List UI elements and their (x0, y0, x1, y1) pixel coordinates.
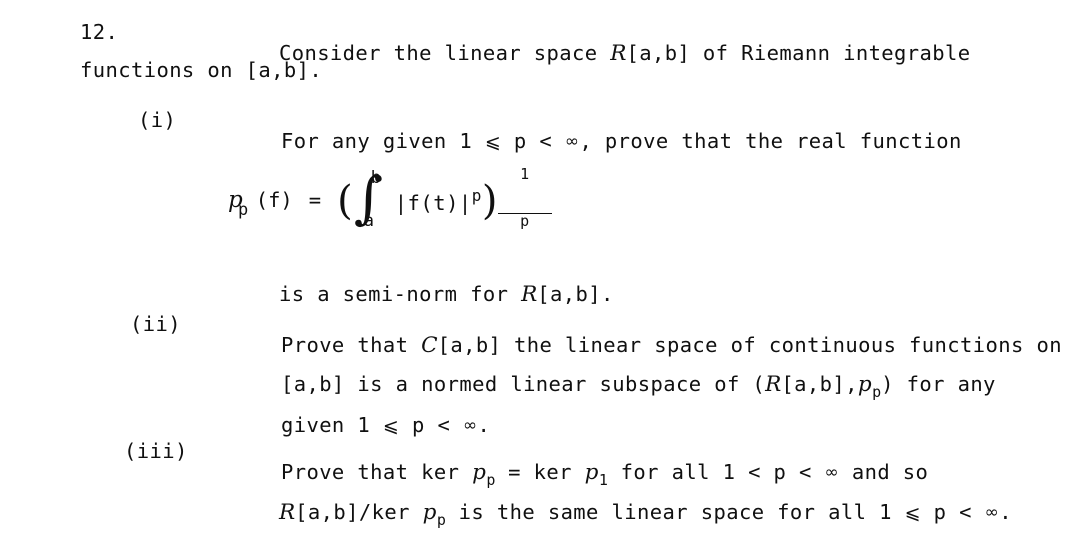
seg: [a,b]/ker (295, 499, 423, 524)
stem-line-2: functions on [a,b]. (80, 58, 323, 82)
seg: p < (399, 412, 463, 437)
integrand-exponent: p (471, 185, 482, 205)
formula-exponent-fraction: 1 p (497, 136, 552, 259)
formula-open-paren: ( (337, 178, 353, 224)
seg: . (999, 499, 1012, 524)
part-iii-line-2: R[a,b]/ker pp is the same linear space f… (228, 481, 1012, 549)
less-equal-symbol: ⩽ (382, 414, 400, 437)
stem-line-1: Consider the linear space R[a,b] of Riem… (228, 22, 971, 85)
seg: is a semi-norm for (278, 281, 522, 306)
riemann-space-symbol: R (610, 40, 627, 66)
display-formula: pp (f) = ( ∫ b a |f(t)|p ) 1 p (228, 160, 552, 240)
seg: [a,b] is a normed linear subspace of ( (280, 371, 766, 396)
seminorm-symbol: p (422, 499, 437, 525)
formula-equals: = (308, 188, 322, 212)
formula-seminorm-symbol: pp (228, 187, 249, 220)
infinity-symbol: ∞ (462, 415, 478, 436)
part-label-iii: (iii) (124, 439, 188, 463)
stem-line-1-pre: Consider the linear space (278, 40, 611, 65)
stem-line-1-post: [a,b] of Riemann integrable (626, 40, 971, 65)
seg: and so (839, 459, 929, 484)
part-label-i: (i) (138, 108, 177, 132)
formula-symbol-subscript: p (238, 200, 249, 220)
formula-close-paren: ) (481, 178, 498, 224)
seg: given 1 (280, 412, 383, 437)
riemann-space-symbol: R (521, 281, 538, 307)
seminorm-symbol: p (857, 371, 872, 397)
seminorm-subscript: p (436, 511, 446, 530)
less-equal-symbol: ⩽ (904, 501, 921, 524)
integral-icon: ∫ b a (354, 168, 388, 231)
seg: [a,b]. (537, 281, 614, 306)
seminorm-subscript: p (872, 383, 882, 402)
integral-lower-limit: a (363, 211, 374, 231)
formula-argument: (f) (255, 188, 293, 212)
seg: . (477, 412, 491, 437)
infinity-symbol: ∞ (824, 462, 840, 483)
seg: Prove that ker (280, 459, 473, 484)
infinity-symbol: ∞ (984, 502, 1000, 523)
seg: = ker (495, 459, 585, 484)
seg: is the same linear space for all 1 (445, 499, 905, 524)
problem-number: 12. (80, 20, 119, 44)
seg: p < (920, 499, 985, 524)
seg: [a,b], (781, 371, 858, 396)
riemann-space-symbol: R (765, 371, 782, 397)
seg: for all 1 < p < (607, 459, 825, 484)
seg: , prove that the real function (579, 128, 962, 153)
seg: ) for any (881, 371, 996, 396)
document-page: 12. Consider the linear space R[a,b] of … (0, 0, 1080, 560)
exponent-numerator: 1 (520, 164, 530, 183)
integral-upper-limit: b (370, 168, 381, 188)
exponent-denominator: p (497, 212, 552, 229)
part-label-ii: (ii) (130, 312, 181, 336)
infinity-symbol: ∞ (564, 131, 580, 152)
seg: For any given 1 (280, 128, 485, 153)
riemann-space-symbol: R (278, 499, 296, 525)
